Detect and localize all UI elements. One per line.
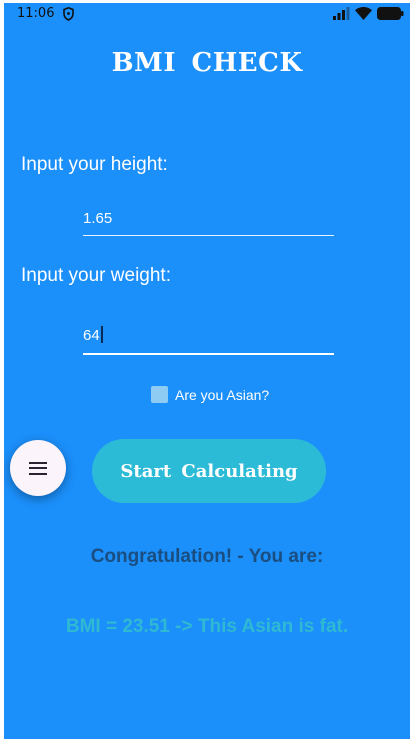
height-value: 1.65 [83, 210, 113, 227]
start-calculating-button[interactable]: Start Calculating [92, 439, 326, 503]
congrats-text: Congratulation! - You are: [90, 546, 324, 567]
height-input[interactable]: 1.65 [83, 204, 334, 234]
app-title: BMI CHECK [111, 48, 303, 78]
status-bar: 11:06 [4, 3, 410, 27]
asian-checkbox-label[interactable]: Are you Asian? [175, 387, 269, 403]
battery-icon [377, 7, 404, 20]
text-caret [100, 326, 103, 343]
menu-fab-button[interactable] [10, 440, 66, 496]
weight-value: 64 [83, 327, 100, 344]
weight-input[interactable]: 64 [83, 321, 334, 351]
bmi-result-text: BMI = 23.51 -> This Asian is fat. [65, 616, 349, 637]
shield-icon [63, 7, 74, 21]
app-screen: 11:06 BMI CHECK Input your height: 1.65 [4, 3, 410, 739]
status-time: 11:06 [17, 6, 55, 21]
asian-checkbox[interactable] [151, 386, 168, 403]
weight-label: Input your weight: [21, 265, 171, 286]
height-label: Input your height: [21, 154, 168, 175]
menu-icon [29, 461, 47, 475]
status-icons [333, 7, 404, 20]
wifi-icon [355, 7, 372, 20]
asian-checkbox-row[interactable]: Are you Asian? [151, 386, 269, 403]
signal-icon [333, 7, 350, 20]
height-input-underline [83, 235, 334, 236]
weight-input-underline [83, 353, 334, 355]
